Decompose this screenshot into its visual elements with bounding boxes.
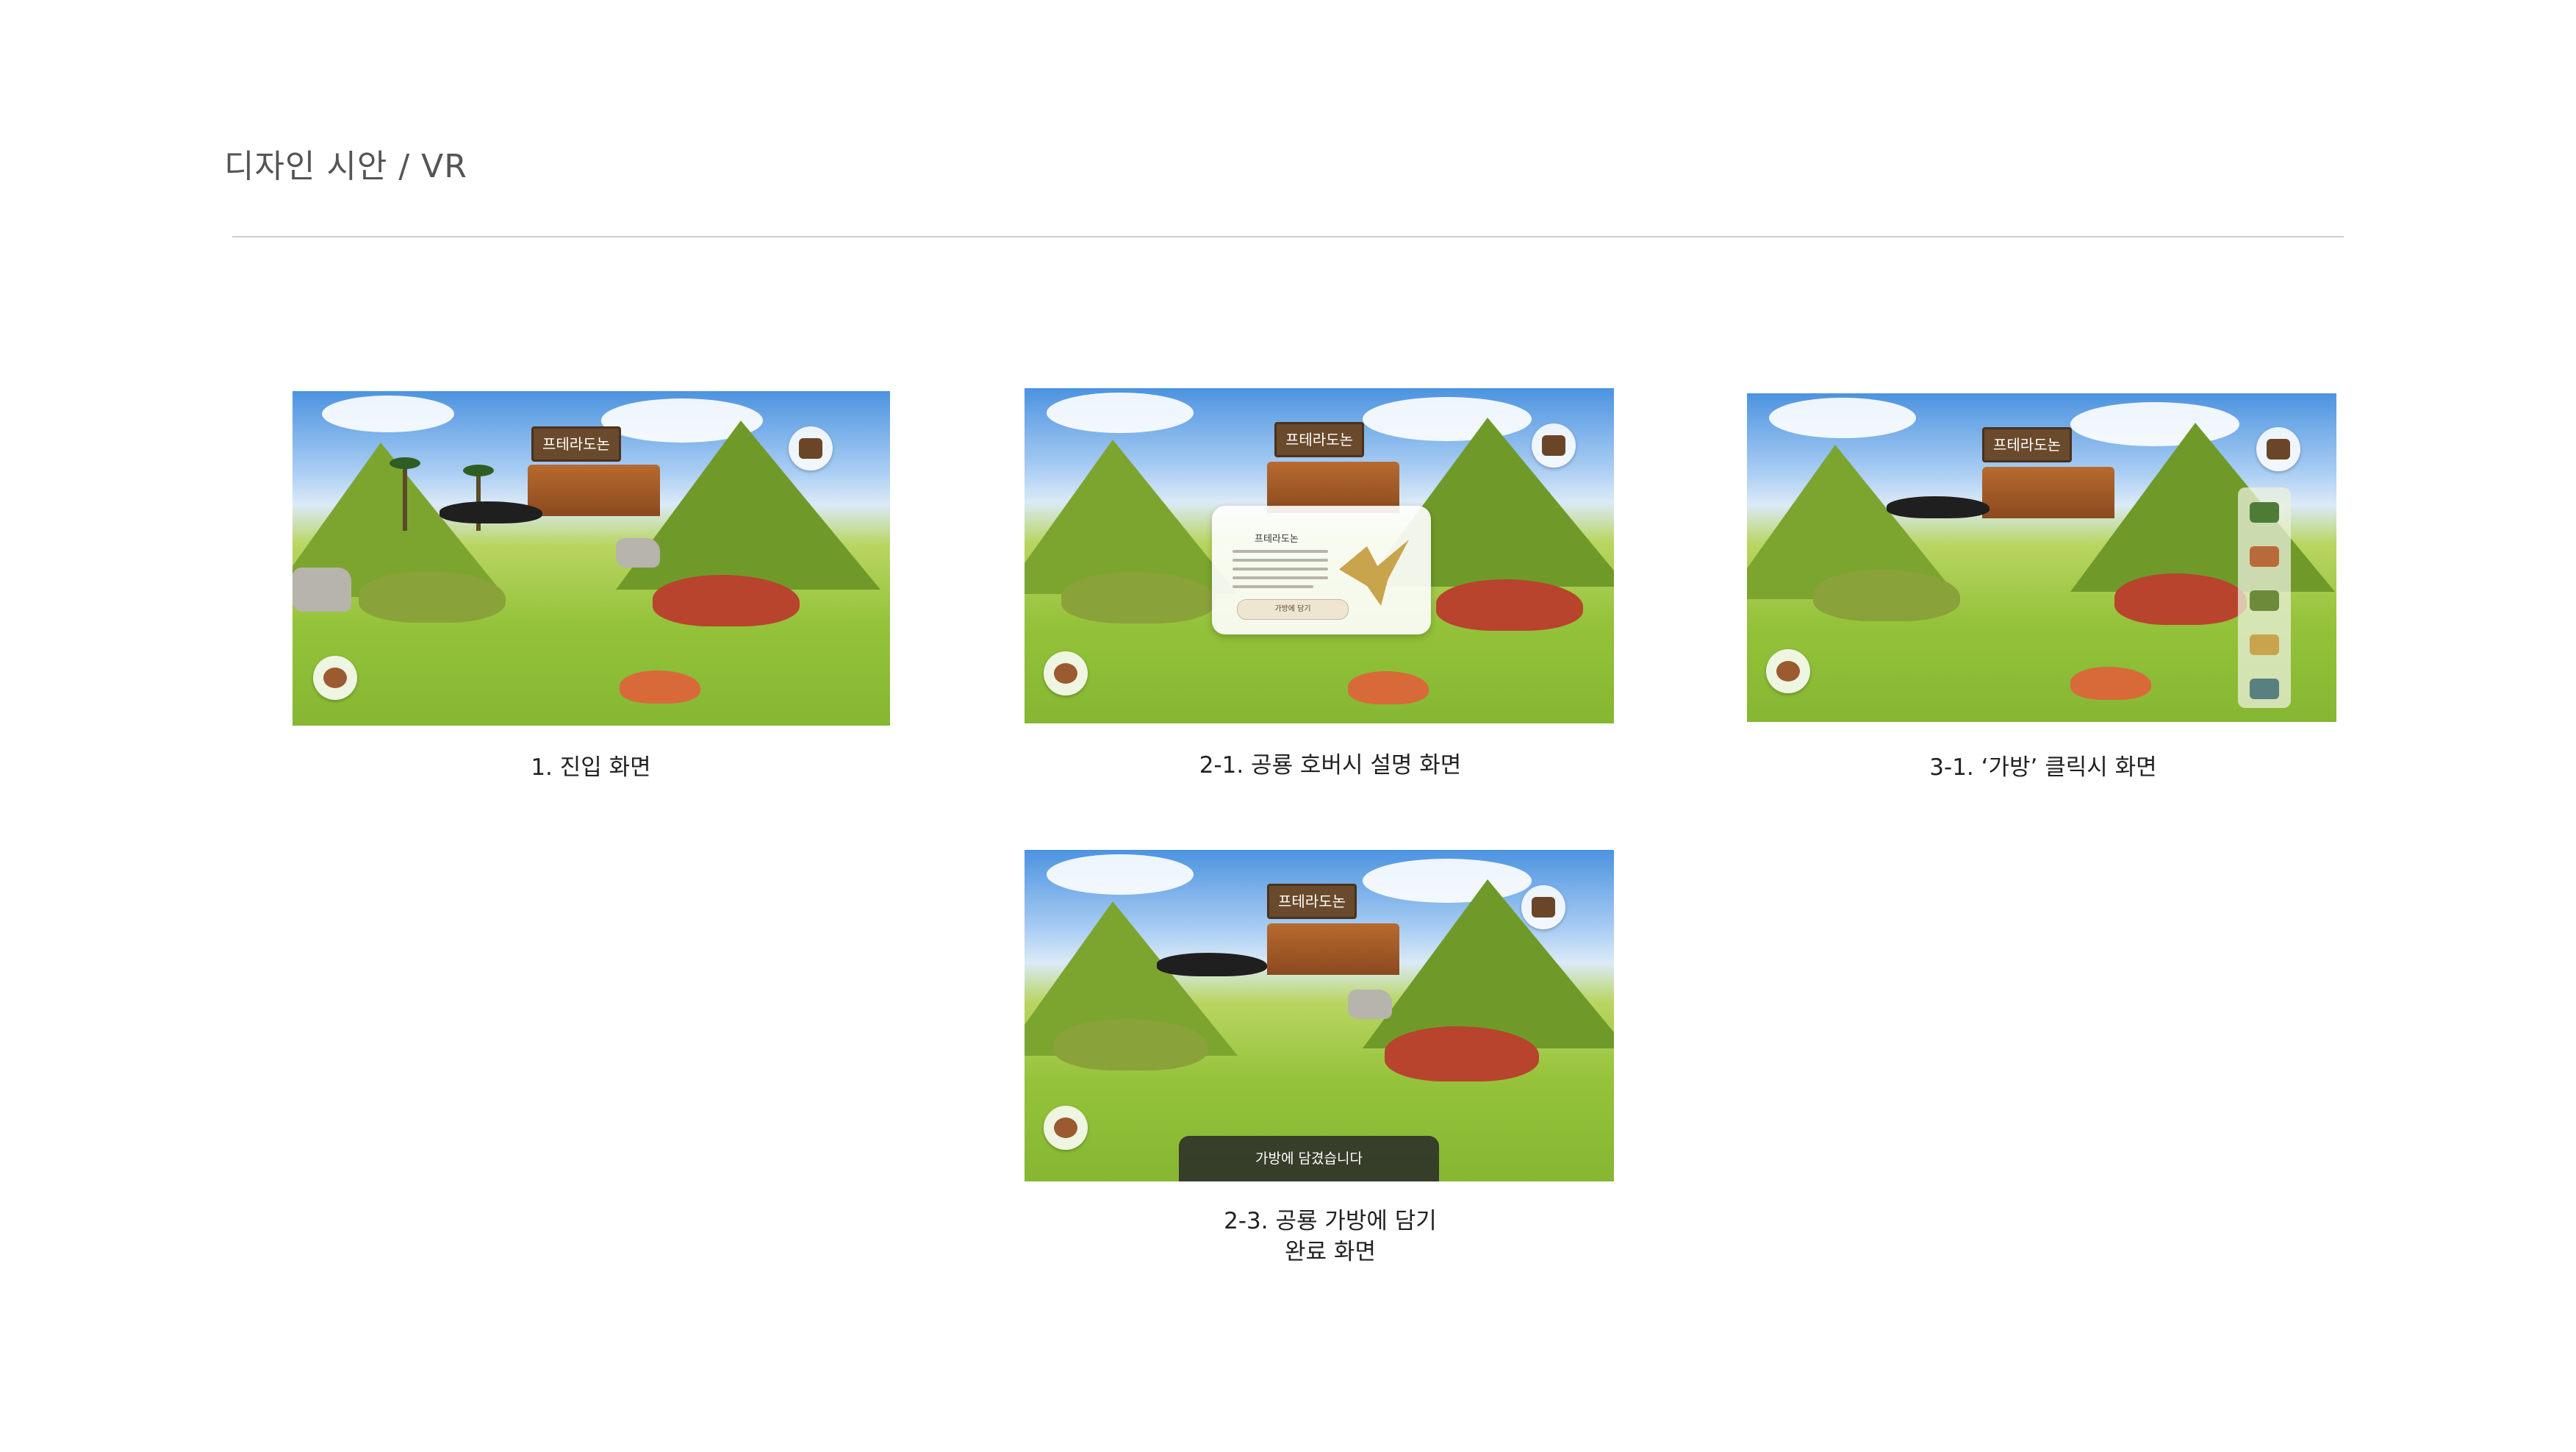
volcano: [1267, 923, 1399, 975]
dino-name-sign: 프테라도논: [531, 426, 621, 462]
red-dinosaur: [1385, 1026, 1539, 1081]
info-text-line: [1233, 585, 1313, 588]
backpack-icon: [799, 438, 822, 459]
title-divider: [232, 236, 2344, 237]
rock: [293, 568, 351, 612]
dinosaur-collection-icon: [1054, 1117, 1077, 1138]
orange-egg-nest: [1348, 671, 1429, 704]
bag-item-dinosaur[interactable]: [2250, 634, 2279, 655]
dino-name-sign: 프테라도논: [1274, 422, 1364, 457]
caption-added-to-bag: 2-3. 공룡 가방에 담기 완료 화면: [1224, 1208, 1437, 1265]
red-dinosaur: [1436, 579, 1583, 631]
screenshot-added-to-bag: 프테라도논 가방에 담겼습니다: [1025, 850, 1614, 1181]
screenshot-hover-info: 프테라도논 프테라도논 가방에 담기: [1025, 388, 1614, 723]
orange-egg-nest: [2070, 667, 2151, 700]
bag-item-dinosaur[interactable]: [2250, 679, 2279, 699]
dinosaur-collection-icon: [1776, 661, 1800, 682]
stegosaurus: [1054, 1019, 1208, 1070]
black-dinosaur: [1887, 496, 1990, 518]
orange-egg-nest: [620, 670, 700, 704]
dino-name-sign: 프테라도논: [1267, 884, 1357, 919]
screenshot-entry: 프테라도논: [293, 391, 890, 726]
black-dinosaur: [1157, 953, 1267, 976]
caption-hover-info: 2-1. 공룡 호버시 설명 화면: [1199, 752, 1462, 779]
red-dinosaur: [2114, 573, 2247, 625]
bag-button[interactable]: [789, 426, 833, 471]
page-title: 디자인 시안 / VR: [224, 148, 467, 185]
bag-button[interactable]: [1532, 423, 1576, 468]
add-to-bag-button[interactable]: 가방에 담기: [1237, 599, 1349, 620]
backpack-icon: [2267, 439, 2290, 459]
screenshot-bag-click: 프테라도논: [1747, 393, 2336, 722]
red-dinosaur: [653, 575, 800, 626]
pteranodon-illustration: [1339, 540, 1409, 606]
caption-bag-click: 3-1. ‘가방’ 클릭시 화면: [1929, 754, 2157, 781]
stegosaurus: [359, 571, 506, 623]
volcano: [1982, 467, 2114, 518]
caption-entry: 1. 진입 화면: [531, 754, 651, 781]
rock: [616, 538, 660, 568]
info-panel-title: 프테라도논: [1255, 534, 1299, 545]
cloud: [322, 396, 454, 432]
bag-button[interactable]: [2256, 427, 2300, 471]
palm-tree: [390, 457, 420, 531]
mountain: [1363, 879, 1614, 1048]
black-dinosaur: [440, 501, 542, 523]
info-text-line: [1233, 559, 1328, 562]
dino-info-panel: 프테라도논 가방에 담기: [1212, 506, 1431, 634]
info-text-line: [1233, 568, 1328, 571]
stegosaurus: [1061, 572, 1216, 623]
backpack-icon: [1542, 435, 1565, 456]
rock: [1348, 990, 1392, 1019]
bag-button[interactable]: [1521, 885, 1565, 929]
mountain: [1025, 440, 1238, 594]
dino-collection-button[interactable]: [1044, 651, 1088, 695]
info-text-line: [1233, 576, 1328, 579]
volcano: [528, 465, 660, 516]
bag-item-dinosaur[interactable]: [2250, 502, 2279, 523]
dino-collection-button[interactable]: [313, 656, 357, 700]
dinosaur-collection-icon: [323, 668, 347, 688]
cloud: [1047, 393, 1194, 433]
dino-name-sign: 프테라도논: [1982, 427, 2072, 462]
info-text-line: [1233, 550, 1328, 553]
bag-item-dinosaur[interactable]: [2250, 546, 2279, 567]
cloud: [1769, 398, 1916, 438]
dino-collection-button[interactable]: [1766, 649, 1810, 693]
stegosaurus: [1813, 570, 1960, 621]
bag-inventory-bar: [2238, 487, 2291, 708]
backpack-icon: [1532, 897, 1555, 918]
cloud: [1047, 854, 1194, 895]
dinosaur-collection-icon: [1054, 663, 1077, 684]
added-to-bag-toast: 가방에 담겼습니다: [1179, 1136, 1439, 1181]
dino-collection-button[interactable]: [1044, 1106, 1088, 1150]
bag-item-dinosaur[interactable]: [2250, 590, 2279, 611]
